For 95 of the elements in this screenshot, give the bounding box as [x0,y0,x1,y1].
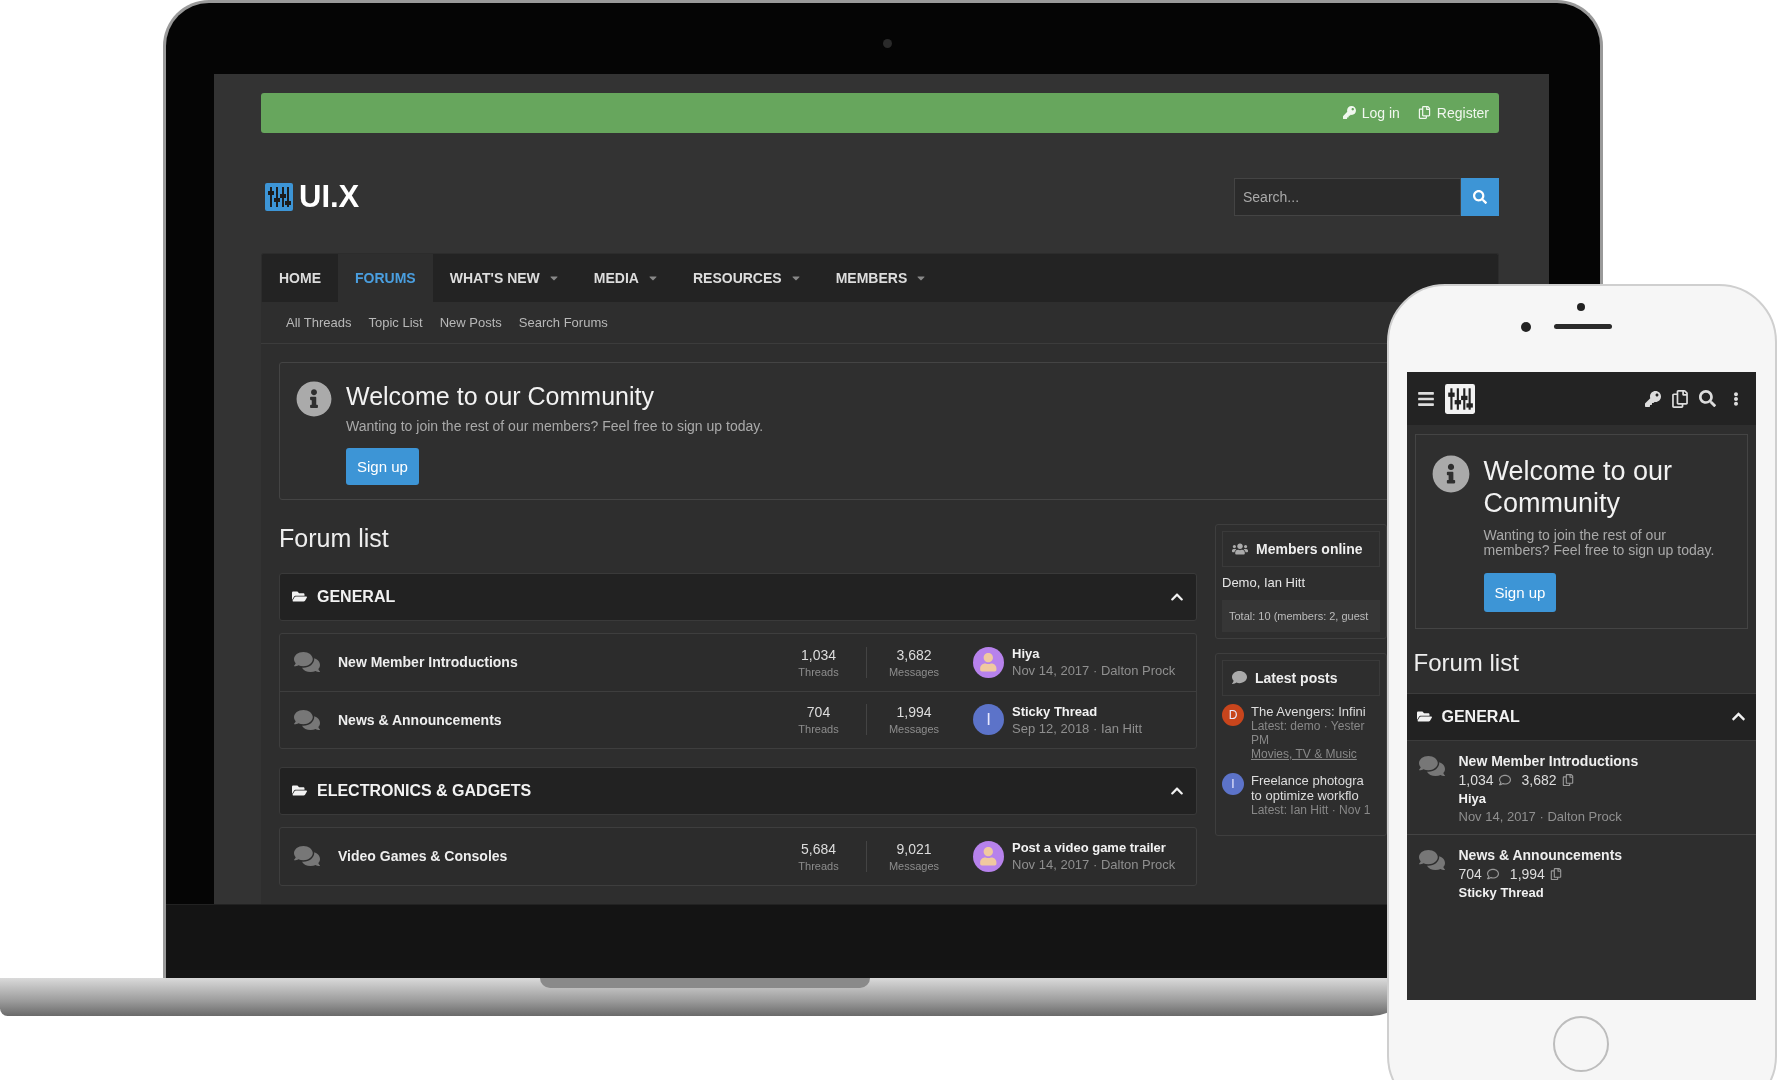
notice-text: Wanting to join the rest of our members? Feel free to sign up today. [1483,527,1716,559]
menu-button[interactable] [1416,389,1435,408]
search-field[interactable]: Search... [1234,178,1461,217]
avatar: I [1222,773,1244,795]
speaker-slot [1554,324,1612,329]
forum-list-title: Forum list [1413,648,1520,677]
stat-label: Threads [798,723,839,736]
message-count: 1,994 [896,704,932,721]
thread-count: 1,034 [1458,771,1494,788]
notice-text: Wanting to join the rest of our members? Feel free to sign up today. [346,418,764,434]
post-category-link[interactable]: Movies, TV & Music [1251,747,1366,761]
nav-tab[interactable]: MEMBERS [818,254,945,302]
search-button[interactable] [1461,178,1499,217]
sub-nav-link[interactable]: Topic List [368,314,423,330]
logo-text[interactable]: UI.X [299,179,360,216]
speech-bubble-icon [1498,773,1511,786]
post-meta: Latest: demo · Yester [1251,719,1366,733]
message-count: 3,682 [896,647,932,663]
message-count: 9,021 [896,841,932,857]
sub-nav-link[interactable]: All Threads [286,314,352,330]
latest-thread-link[interactable]: Hiya [1012,646,1176,662]
latest-thread-link[interactable]: Sticky Thread [1458,884,1623,900]
documents-icon [1670,389,1689,408]
latest-meta: Nov 14, 2017 · Dalton Prock [1012,857,1176,873]
users-icon [1232,541,1248,557]
folder-icon [1416,709,1432,725]
stat-label: Messages [888,666,940,678]
camera-dot [1521,322,1531,332]
forum-name[interactable]: New Member Introductions [1458,752,1639,769]
menu-icon [1416,389,1435,408]
forum-list-title: Forum list [279,524,390,553]
thread-count: 1,034 [800,647,836,663]
info-icon [1431,455,1470,493]
documents-icon [1417,106,1431,120]
speech-bubble-icon [1232,670,1247,686]
sensor-dot [1577,303,1585,311]
post-title[interactable]: The Avengers: Infini [1251,704,1366,719]
documents-icon [1561,773,1574,786]
nav-tab[interactable]: HOME [262,254,338,302]
latest-thread-link[interactable]: Sticky Thread [1012,704,1143,719]
stat-label: Threads [798,666,839,678]
avatar: D [1222,704,1244,726]
latest-meta: Sep 12, 2018 · Ian Hitt [1012,721,1143,736]
latest-meta: Nov 14, 2017 · Dalton Prock [1012,663,1176,679]
logo-icon [265,183,293,212]
category-header[interactable]: ELECTRONICS & GADGETS [279,767,1197,815]
latest-thread-link[interactable]: Post a video game trailer [1012,840,1176,856]
stat-label: Messages [888,723,940,736]
folder-icon [292,589,307,605]
category-header[interactable]: GENERAL [279,573,1197,621]
search-icon [1698,390,1716,407]
message-count: 1,994 [1509,865,1545,882]
sub-nav-link[interactable]: Search Forums [518,314,608,330]
forum-name[interactable]: News & Announcements [1458,846,1623,863]
online-total: Total: 10 (members: 2, guest [1222,600,1380,632]
key-button[interactable] [1644,390,1661,407]
nav-tab[interactable]: WHAT'S NEW [432,254,577,302]
chat-bubbles-icon [294,707,320,733]
camera-dot [883,39,892,48]
online-members: Demo, Ian Hitt [1222,575,1307,590]
thread-count: 704 [806,704,831,721]
notice-title: Welcome to our Community [346,380,655,411]
latest-meta: Nov 14, 2017 · Dalton Prock [1458,808,1623,824]
post-meta: Latest: Ian Hitt · Nov 1 [1251,803,1371,817]
sub-nav-link[interactable]: New Posts [439,314,502,330]
documents-button[interactable] [1670,389,1689,408]
post-title[interactable]: to optimize workflo [1251,788,1371,803]
logo-icon [1444,383,1475,414]
search-icon [1473,190,1487,205]
latest-thread-link[interactable]: Hiya [1458,790,1639,806]
forum-name[interactable]: News & Announcements [338,712,502,728]
key-icon [1644,390,1661,407]
post-title[interactable]: Freelance photogra [1251,773,1371,788]
nav-tab[interactable]: RESOURCES [675,254,819,302]
forum-name[interactable]: Video Games & Consoles [338,848,508,865]
stat-label: Messages [888,860,940,872]
post-meta: PM [1251,733,1270,747]
speech-bubble-icon [1486,867,1499,880]
panel-title: Members online [1256,541,1363,557]
search-button[interactable] [1698,390,1716,407]
notice-title: Welcome to our Community [1483,455,1674,520]
avatar: I [973,704,1004,736]
key-icon [1342,106,1356,120]
documents-icon [1549,867,1562,880]
stat-label: Threads [798,860,839,872]
thread-count: 5,684 [800,841,836,857]
thread-count: 704 [1458,865,1482,882]
category-header[interactable]: GENERAL [1406,692,1756,741]
nav-tab[interactable]: FORUMS [338,254,433,302]
panel-title: Latest posts [1255,670,1338,686]
folder-icon [292,783,307,799]
forum-name[interactable]: New Member Introductions [338,654,518,671]
info-icon [296,380,332,417]
nav-tab[interactable]: MEDIA [576,254,676,302]
message-count: 3,682 [1521,771,1557,788]
